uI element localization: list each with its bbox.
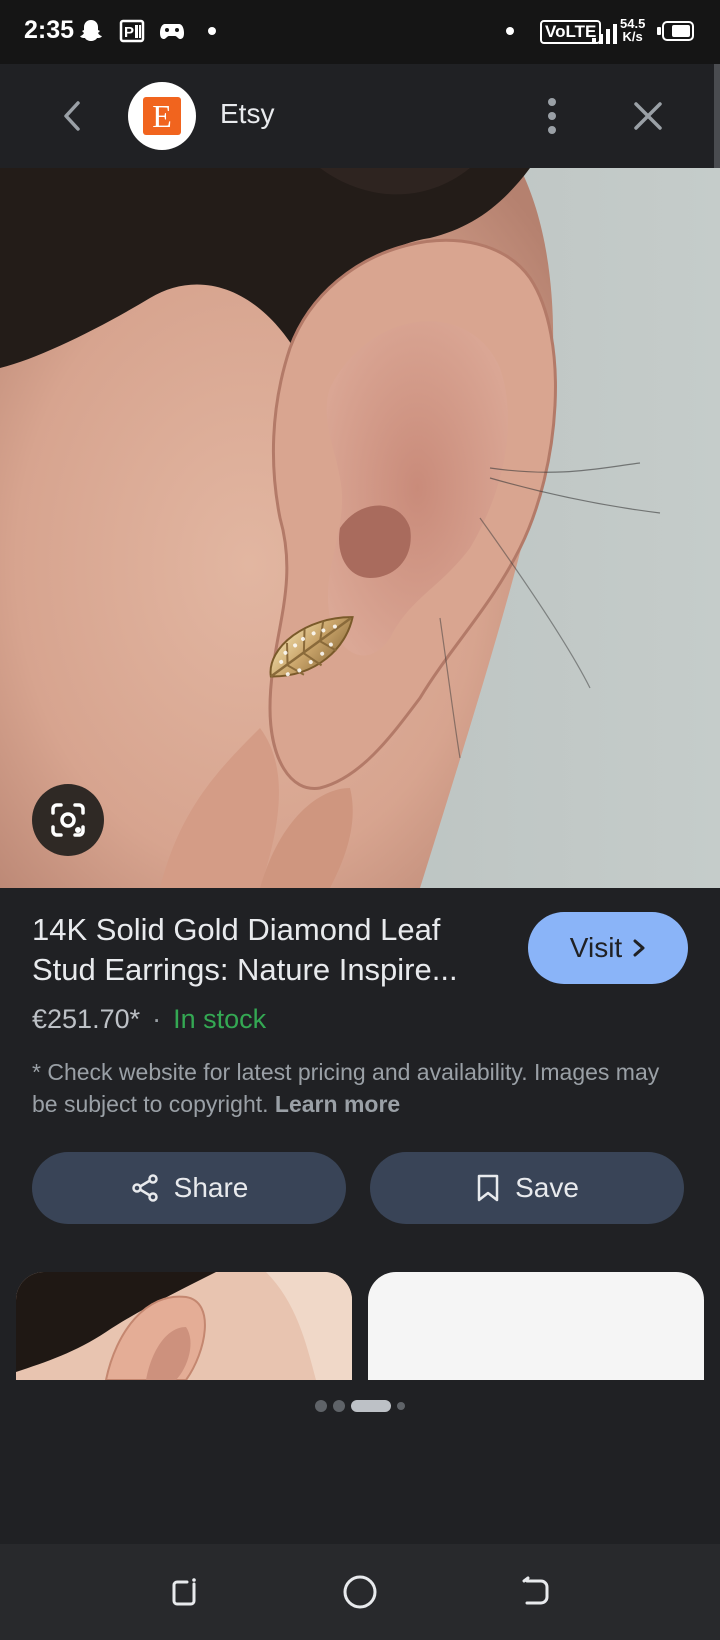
chevron-right-icon <box>633 939 645 957</box>
share-button[interactable]: Share <box>32 1152 346 1224</box>
status-time: 2:35 <box>24 16 75 44</box>
share-label: Share <box>173 1172 249 1203</box>
battery-level <box>672 25 690 37</box>
back-gesture-icon <box>522 1576 549 1605</box>
close-button[interactable] <box>628 94 668 138</box>
more-options-button[interactable] <box>534 94 570 138</box>
snapchat-icon <box>76 16 106 46</box>
pager-dot <box>315 1400 327 1412</box>
game-controller-icon <box>158 16 186 46</box>
home-button[interactable] <box>336 1568 384 1616</box>
related-image-card[interactable] <box>16 1272 352 1380</box>
svg-text:P: P <box>124 24 134 41</box>
availability-status: In stock <box>173 1004 267 1034</box>
parking-app-icon: P <box>118 16 146 46</box>
close-icon <box>634 102 662 130</box>
home-circle-icon <box>343 1575 377 1609</box>
more-vert-icon <box>548 98 556 106</box>
notification-dot-right <box>504 16 516 46</box>
visit-label: Visit <box>569 932 623 963</box>
network-speed-unit: K/s <box>622 29 643 44</box>
top-app-bar: E Etsy <box>0 64 714 168</box>
battery-icon <box>657 21 694 41</box>
separator: · <box>152 1004 162 1034</box>
network-speed: 54.5 K/s <box>620 17 645 43</box>
save-button[interactable]: Save <box>370 1152 684 1224</box>
signal-icon <box>592 20 617 44</box>
status-bar: 2:35 P VoLTE 54.5 K/s <box>0 0 720 64</box>
price-row: €251.70* · In stock <box>32 1004 266 1035</box>
pager-dot <box>333 1400 345 1412</box>
recents-icon <box>172 1578 196 1606</box>
save-label: Save <box>515 1172 579 1203</box>
carousel-pager <box>0 1400 720 1412</box>
back-button[interactable] <box>52 94 92 138</box>
related-image-card-2[interactable] <box>368 1272 704 1380</box>
bookmark-icon <box>477 1174 499 1202</box>
etsy-logo-icon: E <box>143 97 181 135</box>
visit-button[interactable]: Visit <box>528 912 688 984</box>
share-icon <box>131 1174 158 1202</box>
site-name[interactable]: Etsy <box>220 98 274 130</box>
site-logo[interactable]: E <box>128 82 196 150</box>
system-nav-bar <box>0 1544 720 1640</box>
notification-dot <box>206 16 218 46</box>
pager-dot-active <box>351 1400 391 1412</box>
product-price: €251.70* <box>32 1004 141 1034</box>
google-lens-button[interactable] <box>32 784 104 856</box>
scroll-rail <box>714 64 720 168</box>
back-nav-button[interactable] <box>512 1568 560 1616</box>
pager-dot <box>397 1402 405 1410</box>
disclaimer: * Check website for latest pricing and a… <box>32 1056 672 1120</box>
product-image[interactable] <box>0 168 720 888</box>
learn-more-link[interactable]: Learn more <box>275 1091 400 1117</box>
chevron-left-icon <box>64 101 80 131</box>
lens-search-icon <box>51 803 85 837</box>
recents-button[interactable] <box>160 1568 208 1616</box>
product-title[interactable]: 14K Solid Gold Diamond Leaf Stud Earring… <box>32 910 502 990</box>
